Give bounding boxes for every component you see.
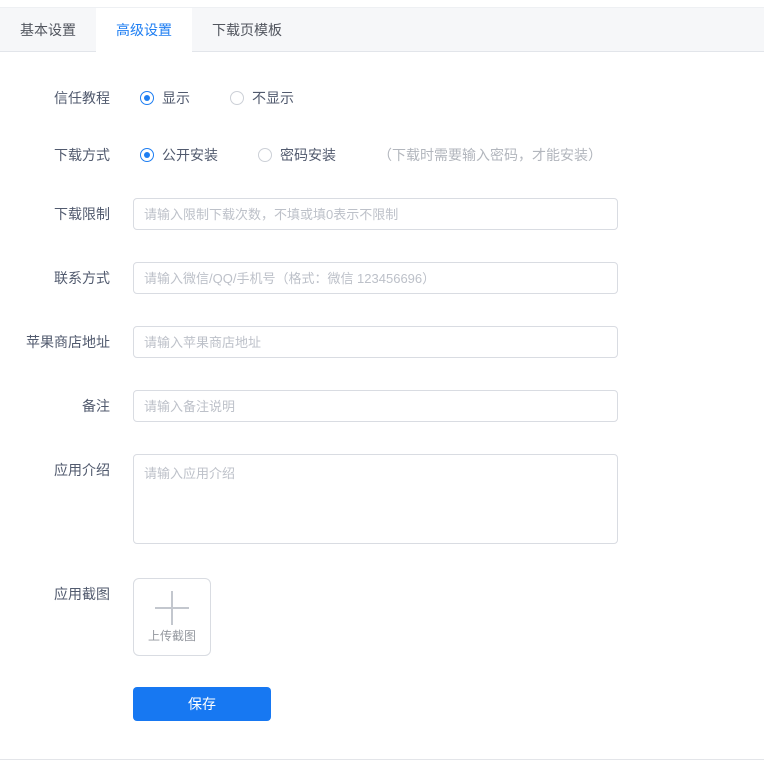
advanced-settings-form: 信任教程 显示 不显示 下载方式 公开安装 密码安装 （下载时需要输入密码，才能…: [0, 52, 764, 721]
radio-password-install-label: 密码安装: [280, 147, 336, 163]
radio-hide[interactable]: 不显示: [230, 88, 294, 108]
tab-advanced-settings[interactable]: 高级设置: [96, 8, 192, 52]
appstore-url-row: 苹果商店地址: [0, 326, 764, 358]
download-limit-input[interactable]: [133, 198, 618, 230]
trust-tutorial-radio-group: 显示 不显示: [133, 88, 334, 108]
radio-hide-label: 不显示: [252, 90, 294, 106]
radio-unselected-icon: [258, 148, 272, 162]
tab-download-page-template[interactable]: 下载页模板: [192, 8, 302, 51]
download-limit-row: 下载限制: [0, 198, 764, 230]
tab-bar: 基本设置 高级设置 下载页模板: [0, 7, 764, 52]
app-screenshot-label: 应用截图: [54, 586, 110, 602]
trust-tutorial-row: 信任教程 显示 不显示: [0, 88, 764, 108]
radio-public-install-label: 公开安装: [162, 147, 218, 163]
contact-label: 联系方式: [54, 270, 110, 286]
app-intro-label: 应用介绍: [54, 462, 110, 478]
password-install-hint: （下载时需要输入密码，才能安装）: [378, 147, 602, 163]
radio-password-install[interactable]: 密码安装: [258, 145, 336, 165]
radio-show-label: 显示: [162, 90, 190, 106]
contact-input[interactable]: [133, 262, 618, 294]
remark-label: 备注: [82, 398, 110, 414]
remark-row: 备注: [0, 390, 764, 422]
save-button[interactable]: 保存: [133, 687, 271, 721]
radio-selected-icon: [140, 91, 154, 105]
tab-basic-settings[interactable]: 基本设置: [0, 8, 96, 51]
download-method-label: 下载方式: [54, 147, 110, 163]
app-intro-row: 应用介绍: [0, 454, 764, 544]
radio-unselected-icon: [230, 91, 244, 105]
radio-show[interactable]: 显示: [140, 88, 190, 108]
appstore-url-label: 苹果商店地址: [26, 334, 110, 350]
contact-row: 联系方式: [0, 262, 764, 294]
download-method-radio-group: 公开安装 密码安装 （下载时需要输入密码，才能安装）: [133, 145, 602, 165]
radio-selected-icon: [140, 148, 154, 162]
app-intro-textarea[interactable]: [133, 454, 618, 544]
upload-screenshot-text: 上传截图: [147, 628, 196, 643]
download-method-row: 下载方式 公开安装 密码安装 （下载时需要输入密码，才能安装）: [0, 145, 764, 165]
download-limit-label: 下载限制: [54, 206, 110, 222]
appstore-url-input[interactable]: [133, 326, 618, 358]
settings-panel: 基本设置 高级设置 下载页模板 信任教程 显示 不显示 下载方式 公开安装 密码…: [0, 7, 764, 760]
plus-icon: [155, 590, 189, 625]
radio-public-install[interactable]: 公开安装: [140, 145, 218, 165]
app-screenshot-row: 应用截图 上传截图: [0, 578, 764, 656]
upload-screenshot-button[interactable]: 上传截图: [133, 578, 211, 656]
trust-tutorial-label: 信任教程: [54, 90, 110, 106]
remark-input[interactable]: [133, 390, 618, 422]
